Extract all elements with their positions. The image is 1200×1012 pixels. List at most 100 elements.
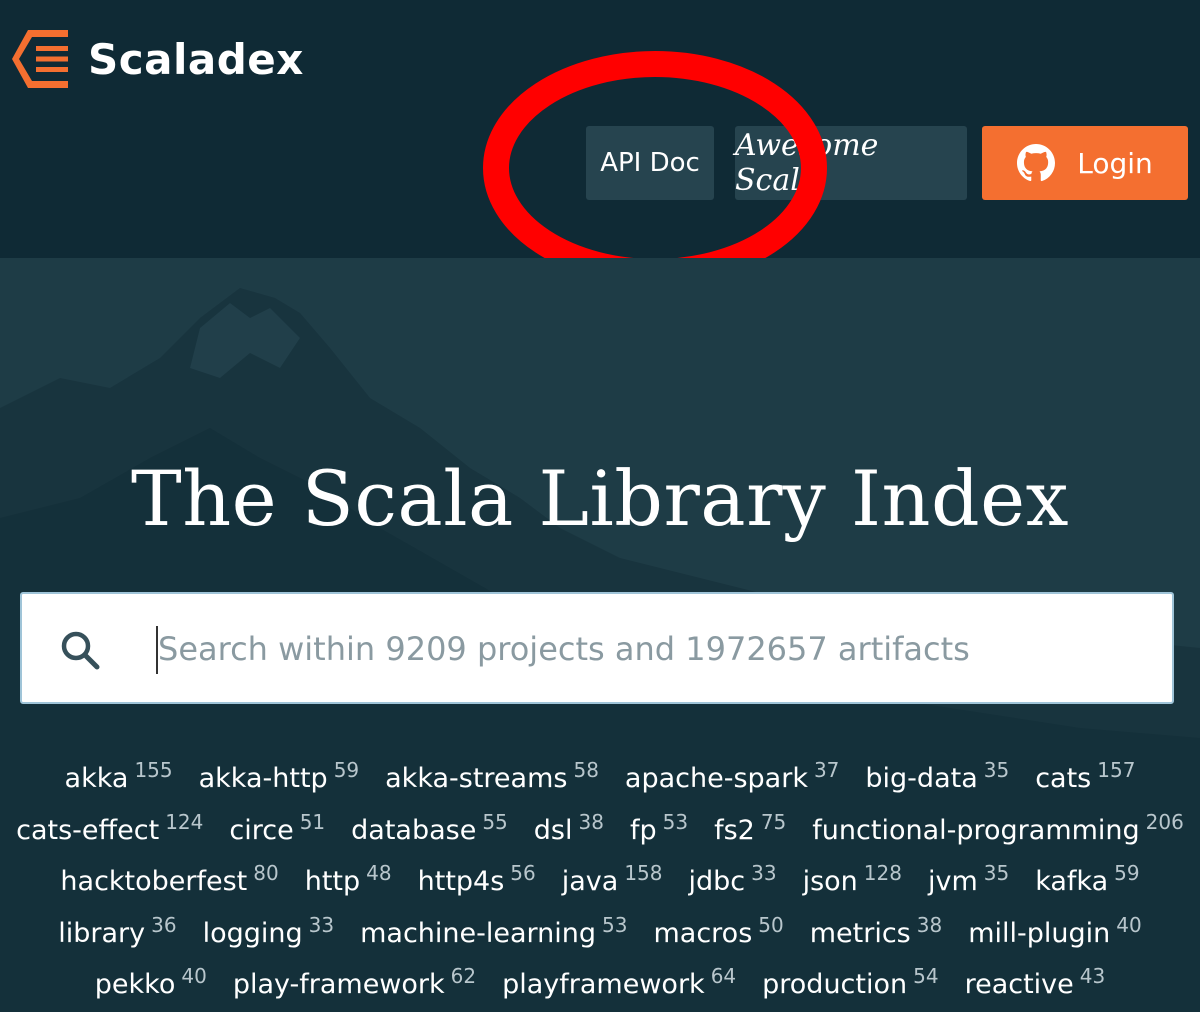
hero-section: The Scala Library Index akka155 akka-http… <box>0 258 1200 1012</box>
topic-name: functional-programming <box>812 814 1140 846</box>
topic-link[interactable]: production 54 <box>762 964 938 1000</box>
topic-count: 37 <box>813 758 840 782</box>
topic-name: cats <box>1035 763 1092 794</box>
topics-cloud: akka 155 akka-http 59 akka-streams 58 apache-s… <box>0 758 1200 1012</box>
topic-link[interactable]: play-framework 62 <box>233 964 476 1000</box>
topic-link[interactable]: macros 50 <box>653 913 783 949</box>
search-icon[interactable] <box>58 628 102 672</box>
topic-count: 54 <box>913 964 939 988</box>
topic-count: 40 <box>181 964 207 988</box>
topic-link[interactable]: hacktoberfest 80 <box>60 861 278 897</box>
topic-count: 53 <box>662 809 689 834</box>
topic-count: 206 <box>1145 809 1184 834</box>
awesome-scala-button[interactable]: Awesome Scala <box>735 126 967 200</box>
topic-name: jdbc <box>688 866 746 897</box>
topic-name: apache-spark <box>624 763 808 794</box>
topic-link[interactable]: kafka 59 <box>1035 861 1139 897</box>
topic-link[interactable]: jvm 35 <box>928 861 1009 897</box>
topic-link[interactable]: json 128 <box>803 861 902 897</box>
topic-count: 43 <box>1079 964 1106 988</box>
topic-link[interactable]: fs2 75 <box>714 810 786 846</box>
topic-name: fs2 <box>714 814 755 846</box>
topic-name: mill-plugin <box>968 917 1111 949</box>
logo-link[interactable]: Scaladex <box>10 26 304 92</box>
topic-name: akka-streams <box>385 763 568 794</box>
topics-row: library 36 logging 33 machine-learning 53 macr… <box>0 913 1200 965</box>
topic-count: 158 <box>624 861 663 885</box>
topics-row: pekko 40 play-framework 62 playframework 64 pr… <box>0 964 1200 1012</box>
topic-count: 59 <box>1114 861 1140 885</box>
topic-name: machine-learning <box>360 917 597 949</box>
topics-row: akka 155 akka-http 59 akka-streams 58 apache-s… <box>0 758 1200 810</box>
top-navbar: Scaladex API Doc Awesome Scala Login <box>0 0 1200 285</box>
api-doc-button[interactable]: API Doc <box>586 126 714 200</box>
logo-text: Scaladex <box>88 34 304 84</box>
topic-count: 55 <box>482 809 508 834</box>
topic-link[interactable]: akka-streams 58 <box>385 758 599 794</box>
topic-count: 38 <box>578 809 604 834</box>
login-label: Login <box>1077 146 1153 180</box>
page-title: The Scala Library Index <box>131 454 1069 543</box>
topic-link[interactable]: mill-plugin 40 <box>968 913 1142 949</box>
topic-name: cats-effect <box>16 814 160 846</box>
topic-link[interactable]: akka 155 <box>65 758 173 794</box>
topic-link[interactable]: big-data 35 <box>865 758 1009 794</box>
topic-link[interactable]: cats 157 <box>1035 758 1135 794</box>
topic-link[interactable]: apache-spark 37 <box>625 758 839 794</box>
topic-name: playframework <box>502 969 705 1000</box>
topic-link[interactable]: fp 53 <box>630 810 688 846</box>
topic-link[interactable]: functional-programming 206 <box>812 810 1184 846</box>
topic-link[interactable]: http 48 <box>305 861 392 897</box>
topic-count: 56 <box>510 861 536 885</box>
topic-link[interactable]: reactive 43 <box>965 964 1106 1000</box>
topic-link[interactable]: playframework 64 <box>502 964 736 1000</box>
topic-link[interactable]: dsl 38 <box>534 810 604 846</box>
topic-link[interactable]: cats-effect 124 <box>16 810 203 846</box>
topic-link[interactable]: pekko 40 <box>95 964 207 1000</box>
topic-count: 157 <box>1097 758 1136 782</box>
topic-name: production <box>762 969 908 1000</box>
topic-name: database <box>351 814 477 846</box>
topic-link[interactable]: circe 51 <box>229 810 325 846</box>
topic-name: java <box>561 866 619 897</box>
topic-count: 40 <box>1116 912 1142 937</box>
topic-count: 33 <box>751 861 777 885</box>
topic-count: 51 <box>299 809 326 834</box>
topics-row: hacktoberfest 80 http 48 http4s 56 java 158 jdbc… <box>0 861 1200 913</box>
topic-name: dsl <box>533 814 573 846</box>
topic-link[interactable]: metrics 38 <box>810 913 942 949</box>
topic-count: 80 <box>253 861 279 885</box>
topic-count: 75 <box>760 809 787 834</box>
topic-link[interactable]: jdbc 33 <box>689 861 777 897</box>
search-box <box>20 592 1174 704</box>
topic-name: http4s <box>417 866 505 897</box>
topic-name: play-framework <box>232 969 445 1000</box>
topic-link[interactable]: akka-http 59 <box>199 758 360 794</box>
topic-count: 58 <box>573 758 599 782</box>
topic-count: 128 <box>863 861 902 885</box>
topic-name: logging <box>202 917 303 949</box>
topic-count: 48 <box>366 861 392 885</box>
topic-name: library <box>58 917 146 949</box>
topic-link[interactable]: database 55 <box>351 810 508 846</box>
topic-link[interactable]: http4s 56 <box>418 861 536 897</box>
topic-name: jvm <box>927 866 978 897</box>
topic-name: reactive <box>964 969 1074 1000</box>
topic-link[interactable]: java 158 <box>562 861 663 897</box>
topic-count: 62 <box>450 964 477 988</box>
search-input[interactable] <box>136 614 1146 684</box>
topic-name: akka <box>64 763 129 794</box>
topic-link[interactable]: library 36 <box>58 913 176 949</box>
login-button[interactable]: Login <box>982 126 1188 200</box>
topic-count: 36 <box>151 912 177 937</box>
topic-link[interactable]: logging 33 <box>203 913 335 949</box>
topic-link[interactable]: machine-learning 53 <box>360 913 627 949</box>
topic-name: kafka <box>1035 866 1109 897</box>
scaladex-logo-icon <box>12 30 68 88</box>
topic-count: 35 <box>983 758 1010 782</box>
topic-count: 50 <box>758 912 784 937</box>
topic-name: circe <box>229 814 294 846</box>
topic-name: http <box>304 866 361 897</box>
topic-count: 59 <box>333 758 360 782</box>
topic-count: 35 <box>983 861 1010 885</box>
